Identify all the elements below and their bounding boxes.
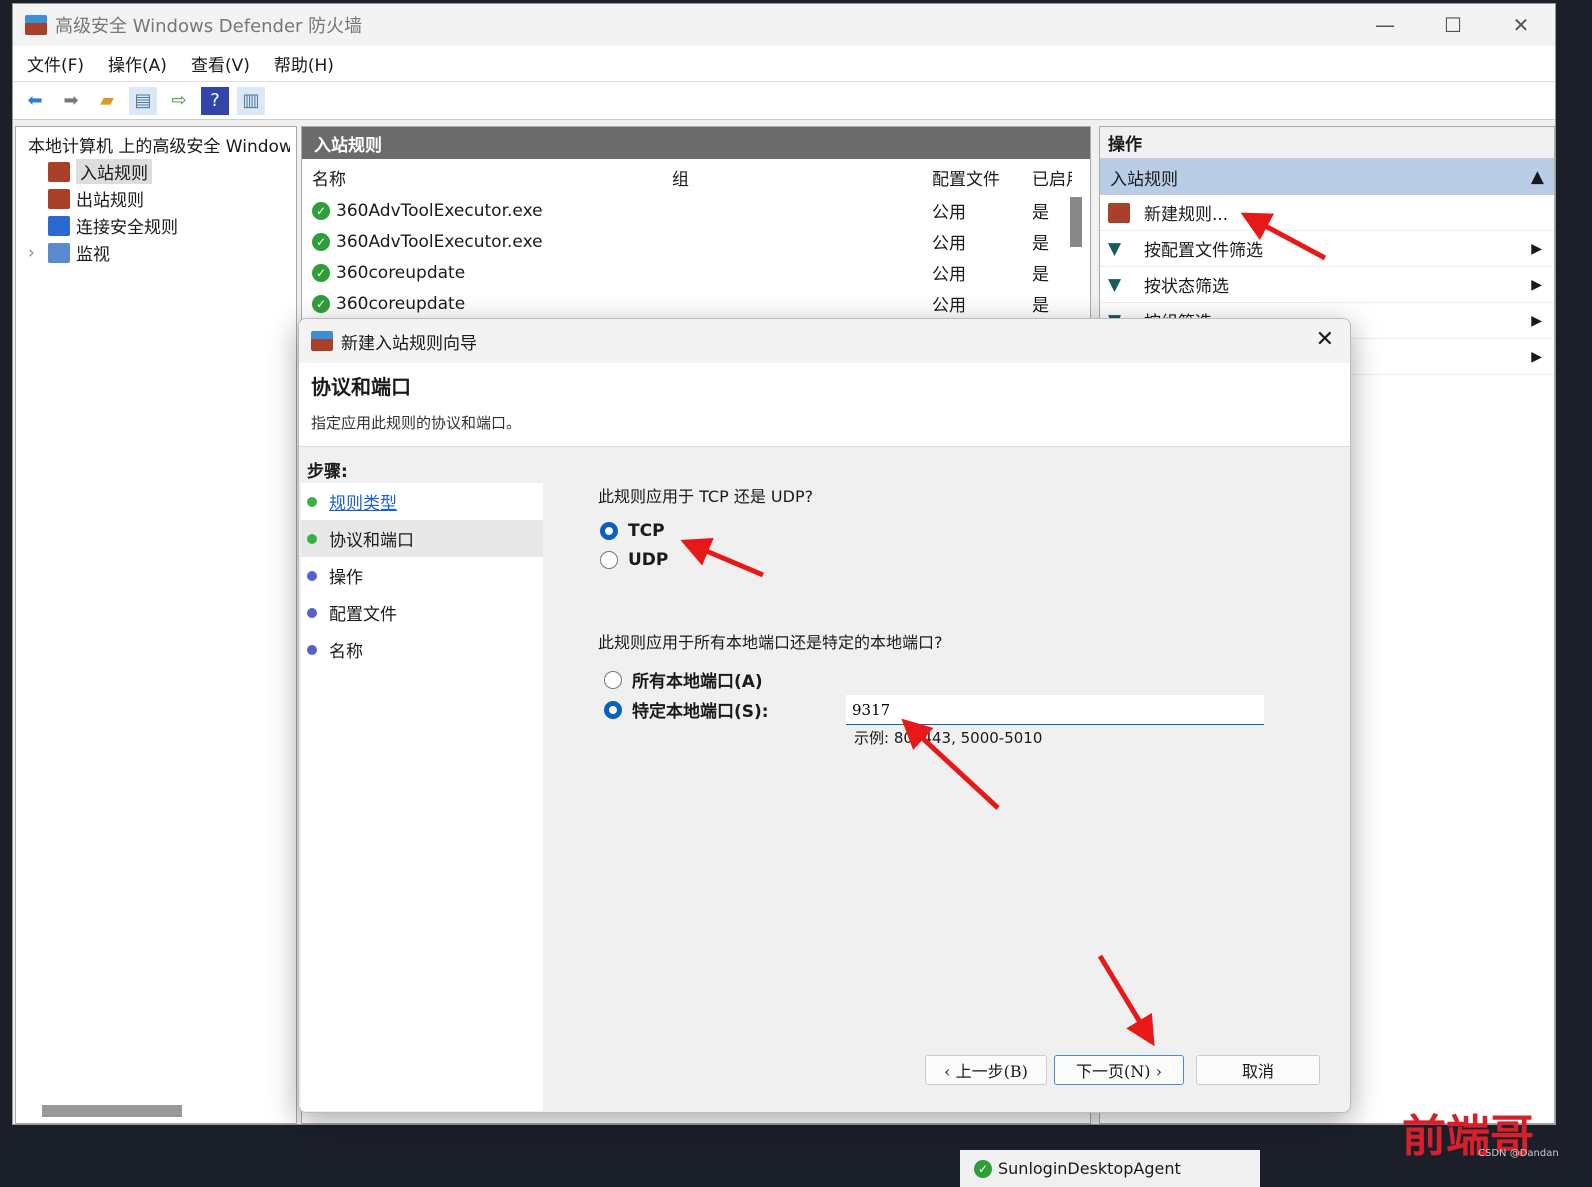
credit-text: CSDN @Dandan [1478, 1148, 1559, 1159]
annotation-arrow [1097, 954, 1155, 1047]
annotation-arrow [680, 537, 764, 578]
annotation-arrow [901, 718, 1000, 810]
annotation-layer [680, 212, 1327, 1047]
annotation-arrow [1240, 212, 1327, 261]
